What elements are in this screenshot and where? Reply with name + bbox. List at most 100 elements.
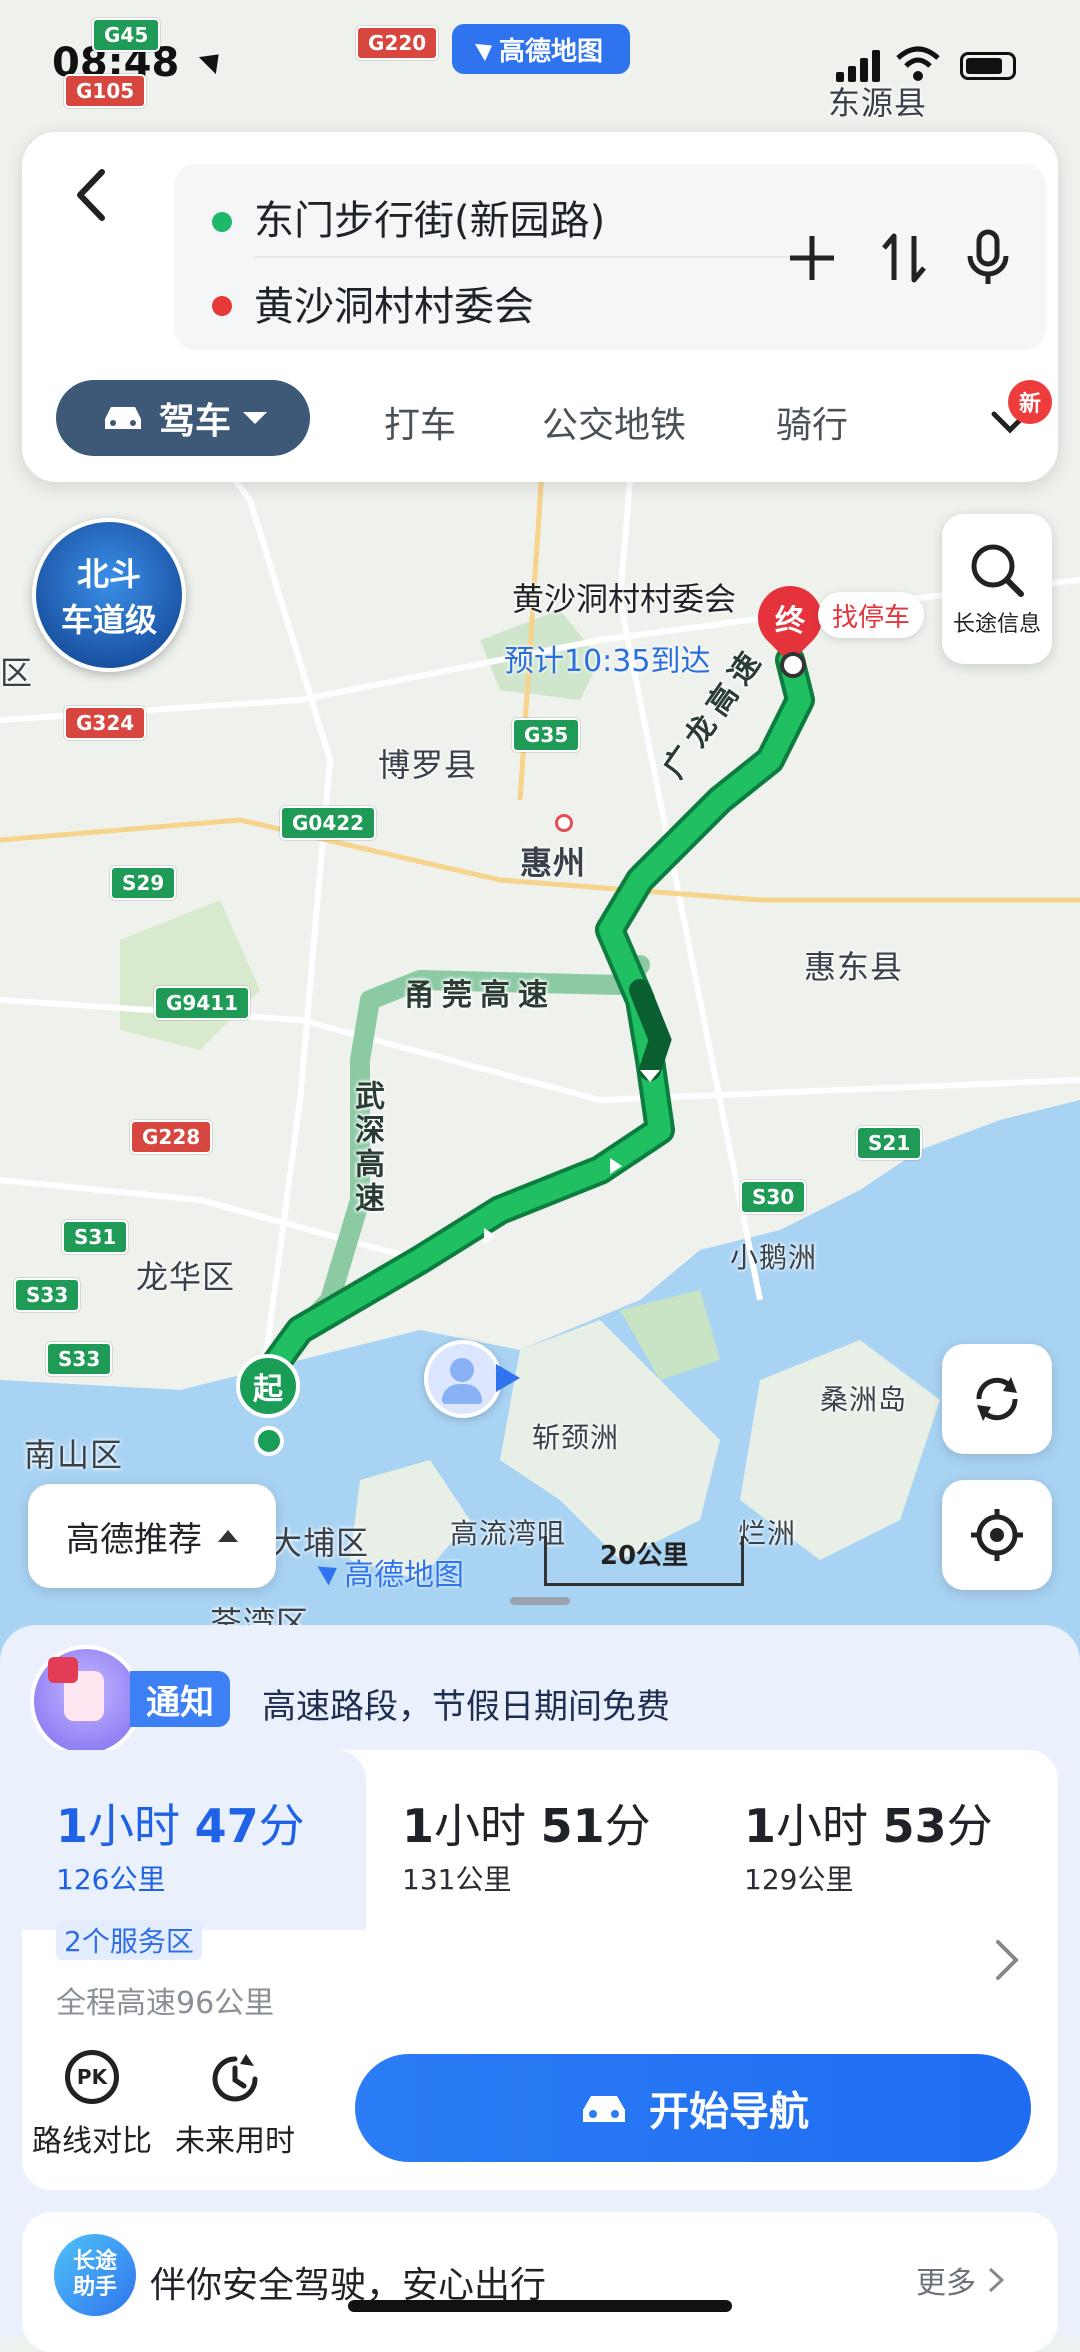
- route-compare-button[interactable]: PK 路线对比: [32, 2050, 152, 2170]
- more-label: 更多: [916, 2266, 976, 2301]
- map-label: 区: [0, 654, 34, 692]
- map-logo-badge: 高德地图: [452, 24, 630, 74]
- map-label: 惠州: [520, 844, 587, 882]
- road-badge: G0422: [280, 806, 377, 840]
- map-logo-text: 高德地图: [498, 36, 603, 67]
- route-1-time[interactable]: 1小时 47分: [56, 1790, 305, 1856]
- end-point-icon: [780, 652, 806, 678]
- highway-label: 武深高速: [349, 1080, 384, 1216]
- trip-helper-icon-line1: 长途: [72, 2249, 117, 2274]
- tab-taxi[interactable]: 打车: [384, 396, 456, 448]
- notice-icon: [30, 1645, 142, 1757]
- map-label: 桑洲岛: [820, 1383, 908, 1416]
- route-2-time[interactable]: 1小时 51分: [402, 1790, 651, 1856]
- road-badge: G45: [92, 18, 161, 52]
- road-badge: S29: [110, 866, 177, 900]
- road-badge: G35: [512, 718, 581, 752]
- map-label: 南山区: [24, 1436, 124, 1474]
- route-2-hours: 1: [402, 1799, 435, 1853]
- recommend-dropdown[interactable]: 高德推荐: [28, 1484, 276, 1588]
- plus-icon: [790, 236, 834, 280]
- swap-button[interactable]: [874, 228, 934, 288]
- home-indicator: [348, 2300, 732, 2312]
- find-parking-button[interactable]: 找停车: [818, 592, 925, 638]
- voice-button[interactable]: [958, 226, 1018, 290]
- back-arrow-icon: [77, 169, 105, 221]
- map-scale: 20公里: [544, 1536, 744, 1586]
- route-3-hours: 1: [744, 1799, 777, 1853]
- eta-label: 预计10:35到达: [504, 644, 711, 679]
- search-icon: [971, 544, 1024, 597]
- route-2-hour-unit: 小时: [434, 1799, 527, 1853]
- road-badge: G324: [64, 706, 147, 740]
- route-planner-card: 东门步行街(新园路) 黄沙洞村村委会 驾车 打车 公交地铁 骑行 新: [22, 132, 1058, 482]
- tab-drive-label: 驾车: [158, 401, 231, 442]
- start-marker[interactable]: 起: [236, 1354, 300, 1418]
- service-area-badge: 2个服务区: [56, 1920, 202, 1960]
- beidou-line1: 北斗: [76, 555, 141, 593]
- tab-cycling[interactable]: 骑行: [776, 396, 848, 448]
- battery-icon: [960, 52, 1016, 80]
- road-badge: G105: [64, 74, 147, 108]
- notice-tag: 通知: [130, 1671, 230, 1727]
- refresh-button[interactable]: [942, 1344, 1052, 1454]
- locate-button[interactable]: [942, 1480, 1052, 1590]
- destination-label: 黄沙洞村村委会: [512, 580, 737, 618]
- highway-distance-info: 全程高速96公里: [56, 1986, 275, 2021]
- route-1-hours: 1: [56, 1799, 89, 1853]
- beidou-lane-button[interactable]: 北斗 车道级: [32, 518, 186, 672]
- clock-icon: [212, 2054, 258, 2102]
- microphone-icon: [967, 229, 1009, 284]
- road-badge: G220: [356, 26, 439, 60]
- route-detail-button[interactable]: [982, 1930, 1032, 1990]
- map-label: 烂洲: [738, 1517, 797, 1550]
- swap-icon: [882, 233, 926, 283]
- recommend-label: 高德推荐: [66, 1519, 202, 1560]
- route-3-hour-unit: 小时: [776, 1799, 869, 1853]
- route-1-hour-unit: 小时: [88, 1799, 181, 1853]
- start-navigation-button[interactable]: 开始导航: [355, 2054, 1031, 2162]
- notice-text: 高速路段，节假日期间免费: [262, 1687, 670, 1727]
- pk-text: PK: [76, 2065, 108, 2089]
- map-label: 惠东县: [804, 948, 904, 986]
- road-badge: S31: [62, 1220, 129, 1254]
- road-badge: S33: [46, 1342, 113, 1376]
- tab-transit[interactable]: 公交地铁: [542, 396, 686, 448]
- city-marker-icon: [555, 814, 573, 832]
- scale-text: 20公里: [599, 1541, 689, 1571]
- future-time-button[interactable]: 未来用时: [160, 2050, 310, 2170]
- long-trip-info-label: 长途信息: [952, 612, 1041, 637]
- origin-field[interactable]: 东门步行街(新园路): [254, 188, 605, 246]
- road-badge: G9411: [154, 986, 251, 1020]
- amap-logo-icon: [474, 36, 498, 62]
- add-stop-button[interactable]: [782, 228, 842, 288]
- destination-field[interactable]: 黄沙洞村村委会: [254, 274, 534, 332]
- long-trip-info-button[interactable]: 长途信息: [942, 514, 1052, 664]
- chevron-right-icon: [996, 1940, 1019, 1980]
- route-2-min-unit: 分: [604, 1799, 651, 1853]
- end-marker-text: 终: [775, 604, 805, 639]
- destination-dot: [212, 296, 232, 316]
- origin-divider: [254, 256, 814, 258]
- route-2-distance: 131公里: [402, 1863, 512, 1896]
- route-input-box: 东门步行街(新园路) 黄沙洞村村委会: [174, 164, 1046, 350]
- user-location-icon: [424, 1340, 502, 1418]
- route-1-min-unit: 分: [258, 1799, 305, 1853]
- car-icon: [104, 407, 141, 429]
- sheet-handle[interactable]: [510, 1597, 570, 1605]
- more-link[interactable]: 更多: [916, 2258, 1006, 2302]
- road-badge: S21: [856, 1126, 923, 1160]
- route-1-mins: 47: [194, 1799, 259, 1853]
- trip-helper-icon: 长途 助手: [54, 2234, 136, 2316]
- refresh-icon: [976, 1377, 1018, 1421]
- new-badge: 新: [1008, 380, 1052, 424]
- tab-drive[interactable]: 驾车: [56, 380, 310, 456]
- back-button[interactable]: [58, 160, 128, 230]
- route-1-distance: 126公里: [56, 1863, 166, 1896]
- highway-label: 甬莞高速: [404, 978, 556, 1013]
- trip-helper-card[interactable]: 长途 助手 伴你安全驾驶，安心出行 更多: [22, 2212, 1058, 2352]
- route-compare-label: 路线对比: [32, 2124, 152, 2159]
- map-label: 东源县: [828, 84, 928, 122]
- route-3-time[interactable]: 1小时 53分: [744, 1790, 993, 1856]
- map-label: 小鹅洲: [730, 1241, 818, 1274]
